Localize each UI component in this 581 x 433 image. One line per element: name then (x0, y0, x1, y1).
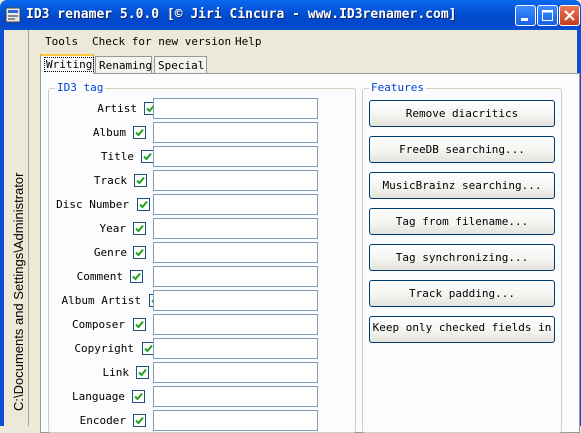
checkmark-icon (135, 128, 144, 137)
close-button[interactable] (559, 5, 580, 26)
field-input[interactable] (153, 122, 318, 143)
field-input[interactable] (153, 146, 318, 167)
field-input[interactable] (153, 386, 318, 407)
menu-help[interactable]: Help (235, 35, 262, 48)
field-checkbox[interactable] (133, 414, 146, 427)
field-label: Copyright (74, 342, 134, 355)
field-input[interactable] (153, 314, 318, 335)
field-label: Artist (97, 102, 137, 115)
checkmark-icon (134, 392, 143, 401)
title-bar[interactable]: ID3 renamer 5.0.0 [© Jiri Cincura - www.… (0, 0, 581, 30)
tab-writing-label: Writing (44, 57, 95, 72)
field-checkbox[interactable] (133, 246, 146, 259)
field-input[interactable] (153, 218, 318, 239)
field-label: Language (72, 390, 125, 403)
checkmark-icon (138, 368, 147, 377)
field-input[interactable] (153, 290, 318, 311)
field-label: Encoder (79, 414, 126, 427)
sidebar-path-label: C:\Documents and Settings\Administrator (11, 172, 26, 411)
field-checkbox[interactable] (134, 174, 147, 187)
checkmark-icon (144, 344, 153, 353)
id3-tag-legend: ID3 tag (55, 81, 106, 94)
field-checkbox[interactable] (132, 390, 145, 403)
feature-button[interactable]: FreeDB searching... (369, 136, 555, 163)
feature-button[interactable]: Track padding... (369, 280, 555, 307)
field-checkbox[interactable] (136, 366, 149, 379)
tab-special[interactable]: Special (154, 56, 207, 73)
field-label: Title (100, 150, 134, 163)
field-input[interactable] (153, 194, 318, 215)
feature-button[interactable]: Tag synchronizing... (369, 244, 555, 271)
field-checkbox[interactable] (133, 126, 146, 139)
field-input[interactable] (153, 98, 318, 119)
feature-button[interactable]: Remove diacritics (369, 100, 555, 127)
field-checkbox[interactable] (137, 198, 150, 211)
menu-check-for-new-version[interactable]: Check for new version (92, 35, 231, 48)
field-label: Comment (76, 270, 123, 283)
maximize-button[interactable] (537, 5, 558, 26)
feature-button[interactable]: Keep only checked fields in (369, 316, 555, 343)
field-checkbox[interactable] (133, 222, 146, 235)
field-label: Genre (93, 246, 127, 259)
tab-renaming[interactable]: Renaming (95, 56, 152, 73)
field-checkbox[interactable] (133, 318, 146, 331)
minimize-icon (521, 18, 528, 21)
maximize-icon (542, 10, 553, 21)
field-label: Album (92, 126, 126, 139)
checkmark-icon (132, 272, 141, 281)
feature-button[interactable]: MusicBrainz searching... (369, 172, 555, 199)
checkmark-icon (136, 176, 145, 185)
checkmark-icon (135, 320, 144, 329)
tab-special-label: Special (158, 59, 205, 72)
field-checkbox[interactable] (130, 270, 143, 283)
field-label: Album Artist (61, 294, 141, 307)
feature-button[interactable]: Tag from filename... (369, 208, 555, 235)
app-icon (5, 7, 21, 23)
window-title: ID3 renamer 5.0.0 [© Jiri Cincura - www.… (26, 7, 457, 22)
checkmark-icon (135, 224, 144, 233)
field-label: Track (93, 174, 127, 187)
field-input[interactable] (153, 266, 318, 287)
checkmark-icon (135, 416, 144, 425)
minimize-button[interactable] (515, 5, 536, 26)
field-label: Link (102, 366, 130, 379)
field-label: Year (99, 222, 127, 235)
field-label: Disc Number (56, 198, 129, 211)
tab-renaming-label: Renaming (99, 59, 152, 72)
field-input[interactable] (153, 362, 318, 383)
tab-writing[interactable]: Writing (40, 54, 95, 74)
field-input[interactable] (153, 170, 318, 191)
close-icon (564, 10, 575, 21)
checkmark-icon (139, 200, 148, 209)
field-input[interactable] (153, 242, 318, 263)
field-input[interactable] (153, 338, 318, 359)
menu-tools[interactable]: Tools (45, 35, 78, 48)
field-input[interactable] (153, 410, 318, 431)
features-legend: Features (369, 81, 426, 94)
checkmark-icon (143, 152, 152, 161)
field-label: Composer (72, 318, 125, 331)
checkmark-icon (135, 248, 144, 257)
